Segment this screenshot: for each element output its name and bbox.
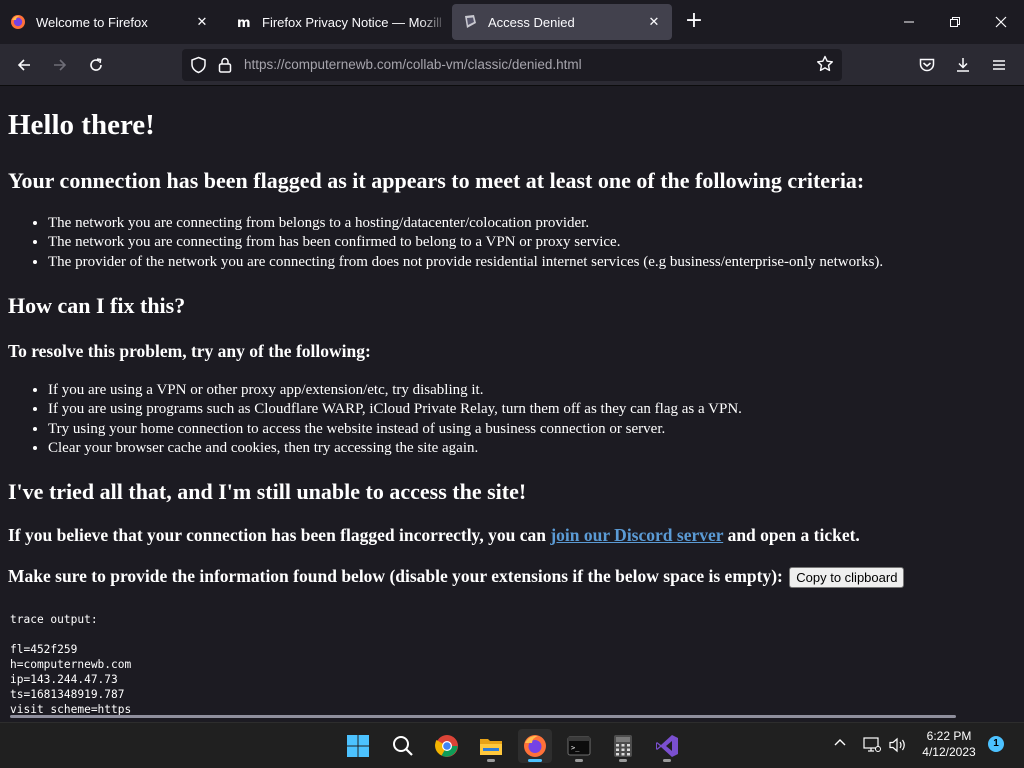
lock-icon[interactable]	[218, 56, 232, 78]
firefox-icon	[10, 14, 26, 30]
restore-button[interactable]	[932, 0, 978, 44]
list-item: The provider of the network you are conn…	[48, 253, 883, 272]
running-indicator	[575, 759, 583, 762]
system-clock[interactable]: 6:22 PM 4/12/2023	[918, 728, 980, 760]
flagged-heading: Your connection has been flagged as it a…	[8, 168, 865, 193]
running-indicator	[487, 759, 495, 762]
pocket-button[interactable]	[912, 50, 942, 80]
provide-info-label: Make sure to provide the information fou…	[8, 566, 783, 586]
notification-badge[interactable]: 1	[988, 736, 1004, 752]
terminal-icon[interactable]: >_	[562, 729, 596, 763]
vm-logo-icon	[462, 14, 478, 30]
provide-info-text: Make sure to provide the information fou…	[8, 566, 905, 589]
tab-close-icon[interactable]: ✕	[192, 12, 212, 32]
list-item: The network you are connecting from belo…	[48, 214, 883, 233]
address-bar[interactable]: https://computernewb.com/collab-vm/class…	[182, 49, 842, 81]
network-icon[interactable]	[862, 737, 882, 753]
incorrect-prefix: If you believe that your connection has …	[8, 525, 551, 545]
reload-button[interactable]	[81, 50, 111, 80]
horizontal-scrollbar[interactable]	[10, 715, 956, 718]
bookmark-star-icon[interactable]	[816, 55, 834, 77]
running-indicator	[663, 759, 671, 762]
file-explorer-icon[interactable]	[474, 729, 508, 763]
trace-line: h=computernewb.com	[10, 658, 132, 671]
trace-line: fl=452f259	[10, 643, 78, 656]
windows-start-icon[interactable]	[341, 729, 375, 763]
back-button[interactable]	[9, 50, 39, 80]
back-arrow-icon	[17, 59, 30, 71]
url-host: https://computernewb.com	[244, 57, 403, 72]
download-icon	[957, 58, 969, 72]
url-path: /collab-vm/classic/denied.html	[402, 57, 582, 72]
list-item: If you are using programs such as Cloudf…	[48, 400, 742, 419]
clock-date: 4/12/2023	[922, 745, 976, 759]
tab-access-denied[interactable]: Access Denied ✕	[452, 4, 672, 40]
reload-icon	[90, 58, 102, 71]
trace-line: ts=1681348919.787	[10, 688, 125, 701]
tab-welcome-to-firefox[interactable]: Welcome to Firefox ✕	[0, 4, 220, 40]
tab-strip: Welcome to Firefox ✕ m Firefox Privacy N…	[0, 0, 1024, 44]
trace-output[interactable]: trace output: fl=452f259 h=computernewb.…	[10, 612, 131, 717]
forward-button[interactable]	[45, 50, 75, 80]
close-window-button[interactable]	[978, 0, 1024, 44]
tab-firefox-privacy-notice[interactable]: m Firefox Privacy Notice — Mozill	[226, 4, 448, 40]
clock-time: 6:22 PM	[926, 729, 972, 743]
url-text[interactable]: https://computernewb.com/collab-vm/class…	[244, 57, 582, 72]
resolve-heading: To resolve this problem, try any of the …	[8, 341, 371, 361]
tab-title: Access Denied	[488, 14, 575, 30]
discord-link[interactable]: join our Discord server	[550, 525, 723, 545]
trace-line: ip=143.244.47.73	[10, 673, 118, 686]
list-item: Clear your browser cache and cookies, th…	[48, 439, 742, 458]
tab-title: Firefox Privacy Notice — Mozill	[262, 14, 442, 30]
search-icon[interactable]	[386, 729, 420, 763]
svg-text:m: m	[237, 16, 251, 30]
list-item: If you are using a VPN or other proxy ap…	[48, 381, 742, 400]
fixes-list: If you are using a VPN or other proxy ap…	[48, 381, 742, 458]
taskbar: >_	[0, 722, 1024, 768]
chrome-icon[interactable]	[430, 729, 464, 763]
tracking-protection-shield-icon[interactable]	[190, 56, 207, 78]
minimize-button[interactable]	[886, 0, 932, 44]
incorrect-suffix: and open a ticket.	[723, 525, 860, 545]
list-item: Try using your home connection to access…	[48, 420, 742, 439]
criteria-list: The network you are connecting from belo…	[48, 214, 883, 272]
incorrect-flag-text: If you believe that your connection has …	[8, 525, 860, 546]
forward-arrow-icon	[54, 59, 67, 71]
fix-heading: How can I fix this?	[8, 293, 186, 318]
tab-title: Welcome to Firefox	[36, 14, 148, 30]
page-heading: Hello there!	[8, 109, 155, 141]
active-indicator	[528, 759, 542, 762]
new-tab-button[interactable]: +	[682, 10, 706, 34]
copy-to-clipboard-button[interactable]: Copy to clipboard	[789, 567, 905, 589]
app-menu-button[interactable]	[984, 50, 1014, 80]
chevron-up-icon[interactable]	[832, 737, 848, 747]
trace-label: trace output:	[10, 613, 98, 626]
running-indicator	[619, 759, 627, 762]
page-content: Hello there! Your connection has been fl…	[0, 86, 1024, 722]
visual-studio-icon[interactable]	[650, 729, 684, 763]
svg-text:>_: >_	[571, 744, 580, 752]
tab-close-icon[interactable]: ✕	[644, 12, 664, 32]
mozilla-m-icon: m	[236, 14, 252, 30]
hamburger-menu-icon	[993, 60, 1005, 70]
volume-icon[interactable]	[888, 737, 908, 753]
tried-heading: I've tried all that, and I'm still unabl…	[8, 479, 527, 504]
calculator-icon[interactable]	[606, 729, 640, 763]
list-item: The network you are connecting from has …	[48, 233, 883, 252]
pocket-icon	[919, 58, 935, 72]
downloads-button[interactable]	[948, 50, 978, 80]
firefox-icon[interactable]	[518, 729, 552, 763]
